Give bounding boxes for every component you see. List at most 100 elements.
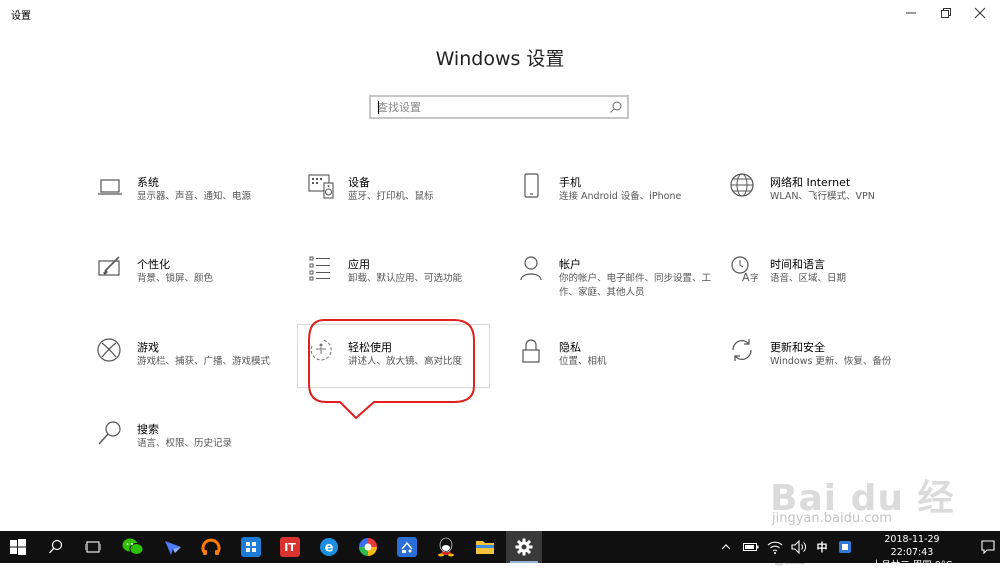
action-center-button[interactable] [976,531,1000,563]
title-bar[interactable]: 设置 [0,0,1000,28]
start-button[interactable] [0,531,36,563]
search-icon[interactable] [609,100,623,114]
category-name: 搜索 [137,423,159,436]
lock-icon [522,339,540,363]
category-desc: 游戏栏、捕获、广播、游戏模式 [137,356,271,367]
svg-text:e: e [325,541,334,556]
qq-icon [438,537,454,557]
volume-icon [791,540,806,554]
minimize-button[interactable] [893,0,929,26]
category-name: 帐户 [559,258,581,271]
category-desc: 你的帐户、电子邮件、同步设置、工作、家庭、其他人员 [559,273,712,298]
category-phone[interactable]: 手机 连接 Android 设备、iPhone [519,173,714,235]
category-accounts[interactable]: 帐户 你的帐户、电子邮件、同步设置、工作、家庭、其他人员 [519,255,714,317]
sync-icon [732,339,752,361]
action-center-icon [981,540,995,554]
taskbar-app-wechat[interactable] [115,531,151,563]
laptop-icon [98,179,122,195]
keyboard-speaker-icon [308,174,334,199]
taskbar-app-browser[interactable]: e [311,531,347,563]
category-desc: 位置、相机 [559,356,607,367]
category-system[interactable]: 系统 显示器、声音、通知、电源 [97,173,292,235]
volume-button[interactable] [788,531,810,563]
search-icon [98,421,121,445]
category-name: 系统 [137,176,159,189]
feishu-icon [165,541,181,555]
watermark-subtext: jingyan.baidu.com [772,511,892,526]
category-time-language[interactable]: A 字 时间和语言 语音、区域、日期 [730,255,925,317]
restore-button[interactable] [928,0,964,26]
category-personalization[interactable]: 个性化 背景、锁屏、颜色 [97,255,292,317]
paintbrush-screen-icon [98,256,120,276]
taskbar-search-button[interactable] [38,531,74,563]
category-update-security[interactable]: 更新和安全 Windows 更新、恢复、备份 [730,338,925,400]
taskbar-clock[interactable]: 2018-11-29 22:07:43 十月廿二 周四 0°C [862,533,962,572]
restore-icon [941,8,951,18]
category-desc: 语言、权限、历史记录 [137,438,233,449]
category-name: 时间和语言 [770,258,825,271]
close-icon [974,7,986,19]
calc-app-icon [241,537,261,557]
close-button[interactable] [962,0,998,26]
svg-text:A: A [742,271,750,283]
clock-datetime: 2018-11-29 22:07:43 [884,534,940,558]
network-button[interactable] [764,531,786,563]
taskbar-app-explorer[interactable] [467,531,503,563]
taskbar-app-calc[interactable] [233,531,269,563]
windows-start-icon [10,539,26,555]
taskbar-app-weather[interactable] [389,531,425,563]
phone-icon [524,173,539,198]
category-apps[interactable]: 应用 卸载、默认应用、可选功能 [308,255,503,317]
search-icon [49,539,63,554]
category-network[interactable]: 网络和 Internet WLAN、飞行模式、VPN [730,173,925,235]
ease-of-access-icon [310,339,332,361]
category-privacy[interactable]: 隐私 位置、相机 [519,338,714,400]
file-explorer-icon [476,541,494,554]
task-view-button[interactable] [75,531,111,563]
weather-app-icon [397,537,417,557]
settings-gear-icon [515,538,533,556]
taskbar-app-settings[interactable] [506,531,542,563]
category-gaming[interactable]: 游戏 游戏栏、捕获、广播、游戏模式 [97,338,292,400]
category-desc: 背景、锁屏、颜色 [137,273,214,284]
category-devices[interactable]: 设备 蓝牙、打印机、鼠标 [308,173,503,235]
ime-button[interactable] [835,531,855,563]
ime-icon [839,541,851,553]
xbox-icon [97,338,121,362]
ime-mode-indicator[interactable]: 中 [812,531,832,563]
category-name: 游戏 [137,341,159,354]
taskbar-app-feishu[interactable] [155,531,191,563]
taskbar-app-color[interactable] [350,531,386,563]
podcast-icon [201,538,221,555]
category-desc: 语音、区域、日期 [770,273,847,284]
battery-icon [743,543,759,551]
clock-language-icon: A 字 [731,256,758,283]
clock-lunar-date: 十月廿二 周四 0°C [871,560,953,571]
search-input[interactable] [377,99,607,115]
taskbar-app-qq[interactable] [428,531,464,563]
battery-button[interactable] [740,531,762,563]
category-name: 应用 [348,258,370,271]
settings-window: 设置 Windows 设置 系统 显示器、声音、通知、电源 [0,0,1000,571]
category-desc: 蓝牙、打印机、鼠标 [348,191,434,202]
category-desc: Windows 更新、恢复、备份 [770,356,892,367]
show-hidden-icons-button[interactable] [716,531,736,563]
category-desc: WLAN、飞行模式、VPN [770,191,875,202]
apps-list-icon [309,256,330,281]
category-desc: 显示器、声音、通知、电源 [137,191,252,202]
category-desc: 讲述人、放大镜、高对比度 [348,356,463,367]
window-title: 设置 [11,11,31,22]
category-ease-of-access[interactable]: 轻松使用 讲述人、放大镜、高对比度 [297,324,503,400]
it-app-icon: IT [280,537,300,557]
category-name: 隐私 [559,341,581,354]
wifi-icon [767,541,783,554]
wechat-icon [122,538,144,555]
search-box[interactable] [369,95,629,119]
taskbar-app-it[interactable]: IT [272,531,308,563]
category-desc: 连接 Android 设备、iPhone [559,191,682,202]
globe-icon [730,173,754,197]
text-caret [378,101,379,114]
taskbar-app-podcast[interactable] [193,531,229,563]
svg-text:字: 字 [750,272,758,283]
category-search[interactable]: 搜索 语言、权限、历史记录 [97,420,292,482]
